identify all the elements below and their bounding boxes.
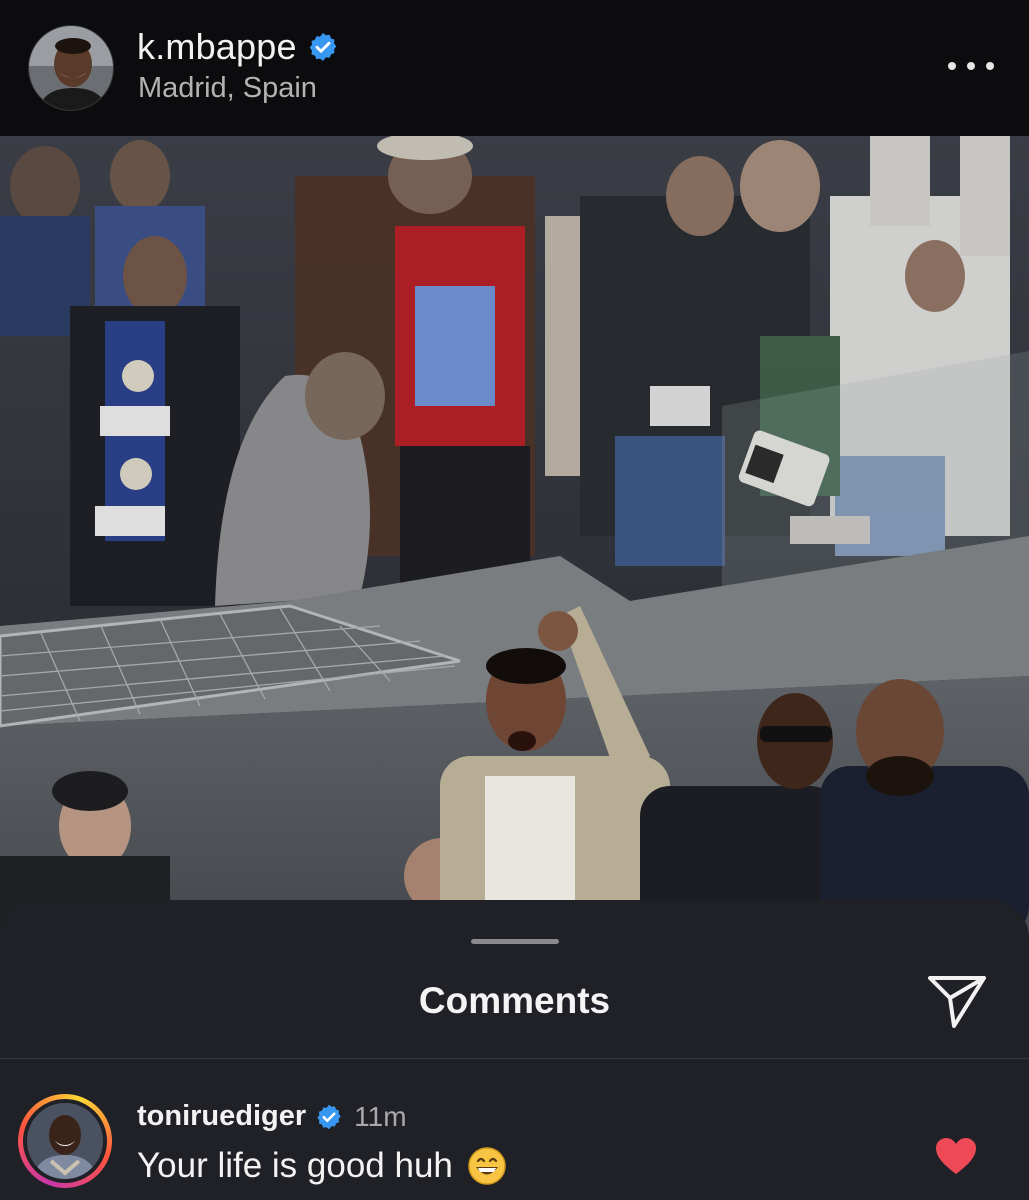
- sheet-drag-handle[interactable]: [471, 939, 559, 944]
- more-options-icon[interactable]: [948, 56, 994, 76]
- instagram-post-screen: k.mbappe Madrid, Spain Comments tonirued…: [0, 0, 1029, 1200]
- post-location[interactable]: Madrid, Spain: [138, 72, 317, 105]
- comments-sheet: Comments toniruediger 11m Your life is g…: [0, 900, 1029, 1200]
- commenter-username[interactable]: toniruediger: [137, 1100, 306, 1133]
- post-photo[interactable]: [0, 136, 1029, 936]
- commenter-avatar: [27, 1103, 103, 1179]
- like-heart-icon[interactable]: [934, 1136, 978, 1176]
- comments-title: Comments: [418, 980, 611, 1021]
- profile-avatar[interactable]: [28, 25, 114, 111]
- sheet-divider: [0, 1058, 1029, 1059]
- verified-badge-icon: [317, 1104, 341, 1129]
- verified-badge-icon: [309, 33, 337, 61]
- comment-text: Your life is good huh: [137, 1146, 453, 1185]
- comment-header: toniruediger 11m: [137, 1100, 407, 1133]
- comment-timestamp: 11m: [354, 1100, 407, 1132]
- post-header: k.mbappe Madrid, Spain: [0, 0, 1029, 136]
- comment-body: Your life is good huh: [137, 1146, 507, 1186]
- username-row: k.mbappe: [137, 26, 339, 68]
- grinning-face-emoji-icon: [468, 1147, 506, 1185]
- commenter-avatar-story-ring[interactable]: [18, 1094, 112, 1188]
- send-icon[interactable]: [926, 974, 988, 1030]
- commenter-avatar-gap: [23, 1099, 107, 1183]
- username[interactable]: k.mbappe: [137, 26, 297, 68]
